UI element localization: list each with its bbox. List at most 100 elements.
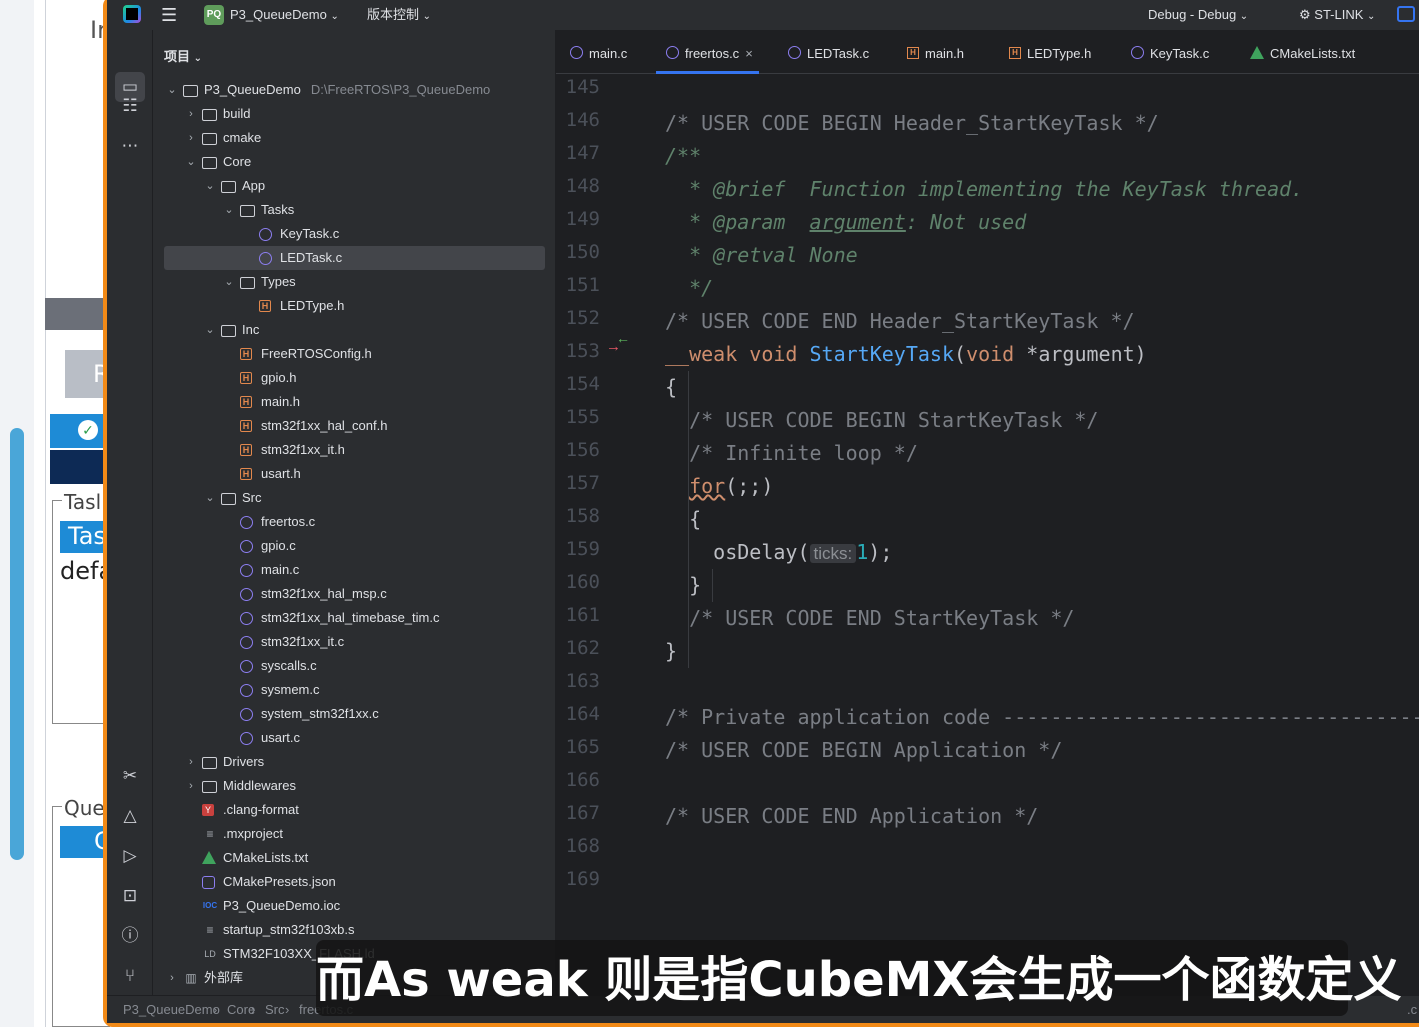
- chevron-down-icon: ⌄: [422, 11, 432, 22]
- background-group-title-2: Que: [62, 796, 107, 820]
- chevron-right-icon[interactable]: ›: [165, 966, 179, 990]
- chevron-down-icon[interactable]: ⌄: [222, 270, 236, 294]
- comment: /* USER CODE BEGIN StartKeyTask */: [665, 408, 1099, 432]
- tree-item[interactable]: Hstm32f1xx_it.h: [153, 438, 549, 462]
- run-icon[interactable]: ▷: [118, 844, 142, 868]
- tree-item[interactable]: ⌄ Src: [153, 486, 549, 510]
- chevron-right-icon[interactable]: ›: [184, 774, 198, 798]
- tree-item[interactable]: Hgpio.h: [153, 366, 549, 390]
- tree-item[interactable]: › cmake: [153, 126, 549, 150]
- tree-item[interactable]: ⌄ Types: [153, 270, 549, 294]
- project-panel-header[interactable]: 项目 ⌄: [164, 46, 202, 65]
- tree-item[interactable]: main.c: [153, 558, 549, 582]
- chevron-down-icon[interactable]: ⌄: [184, 150, 198, 174]
- implemented-arrow-icon[interactable]: ←: [616, 330, 630, 346]
- tree-item[interactable]: H LEDType.h: [153, 294, 549, 318]
- tree-item[interactable]: stm32f1xx_hal_msp.c: [153, 582, 549, 606]
- tab-label: CMakeLists.txt: [1270, 46, 1356, 61]
- c-file-icon: [240, 660, 253, 673]
- problems-icon[interactable]: ⓘ: [118, 924, 142, 948]
- editor-tab[interactable]: freertos.c ×: [656, 30, 759, 74]
- tree-item[interactable]: system_stm32f1xx.c: [153, 702, 549, 726]
- chevron-down-icon[interactable]: ⌄: [203, 174, 217, 198]
- tree-item[interactable]: › build: [153, 102, 549, 126]
- tree-item[interactable]: stm32f1xx_it.c: [153, 630, 549, 654]
- tree-item[interactable]: ⌄ P3_QueueDemo D:\FreeRTOS\P3_QueueDemo: [153, 78, 549, 102]
- close-icon[interactable]: ×: [745, 46, 753, 61]
- tree-item-label: Src: [242, 490, 262, 505]
- tree-item[interactable]: Hstm32f1xx_hal_conf.h: [153, 414, 549, 438]
- tree-item[interactable]: CMakePresets.json: [153, 870, 549, 894]
- breadcrumb-item[interactable]: Src: [265, 996, 285, 1023]
- tree-item[interactable]: LEDTask.c: [164, 246, 545, 270]
- video-subtitle: 而As weak 则是指CubeMX会生成一个函数定义: [316, 940, 1401, 1016]
- editor-tab[interactable]: H LEDType.h: [1009, 30, 1091, 74]
- vcs-menu[interactable]: 版本控制 ⌄: [367, 0, 431, 30]
- more-tools-icon[interactable]: ⋯: [118, 134, 142, 158]
- editor-tab[interactable]: CMakeLists.txt: [1250, 30, 1355, 74]
- tree-item[interactable]: gpio.c: [153, 534, 549, 558]
- editor-tab[interactable]: main.c: [570, 30, 627, 74]
- header-file-icon: H: [259, 300, 271, 312]
- background-scrollbar-thumb[interactable]: [10, 428, 24, 860]
- run-config-selector[interactable]: Debug - Debug ⌄: [1148, 0, 1248, 30]
- tree-item[interactable]: usart.c: [153, 726, 549, 750]
- line-number: 165: [565, 736, 600, 758]
- editor-tab[interactable]: LEDTask.c: [788, 30, 869, 74]
- chevron-right-icon[interactable]: ›: [184, 102, 198, 126]
- chevron-down-icon[interactable]: ⌄: [203, 486, 217, 510]
- doc-comment: /**: [665, 144, 702, 168]
- chevron-down-icon[interactable]: ⌄: [203, 318, 217, 342]
- chevron-down-icon[interactable]: ⌄: [222, 198, 236, 222]
- terminal-icon[interactable]: ⊡: [118, 884, 142, 908]
- tree-item[interactable]: ≡ .mxproject: [153, 822, 549, 846]
- tree-item[interactable]: ⌄ App: [153, 174, 549, 198]
- project-tree: ⌄ P3_QueueDemo D:\FreeRTOS\P3_QueueDemo › bu…: [153, 78, 549, 990]
- line-number: 148: [565, 175, 600, 197]
- tree-item[interactable]: syscalls.c: [153, 654, 549, 678]
- git-icon[interactable]: ⑂: [118, 964, 142, 988]
- tree-item[interactable]: freertos.c: [153, 510, 549, 534]
- code-line-167: /* USER CODE END Application */: [665, 800, 1038, 833]
- tree-item[interactable]: IOC P3_QueueDemo.ioc: [153, 894, 549, 918]
- breadcrumb-separator-icon: ›: [251, 1002, 256, 1017]
- structure-icon[interactable]: ☷: [118, 94, 142, 118]
- tree-item-label: Tasks: [261, 202, 295, 217]
- code-area[interactable]: /* USER CODE BEGIN Header_StartKeyTask *…: [665, 74, 1419, 995]
- run-config-label: Debug - Debug: [1148, 7, 1237, 22]
- cmake-icon[interactable]: △: [118, 804, 142, 828]
- tree-item[interactable]: sysmem.c: [153, 678, 549, 702]
- tree-item[interactable]: Y .clang-format: [153, 798, 549, 822]
- editor-tab-bar: main.c freertos.c × LEDTask.c Hmain.h H LEDTyp…: [556, 30, 1419, 74]
- chevron-down-icon[interactable]: ⌄: [165, 78, 179, 102]
- tree-item-label: sysmem.c: [261, 682, 320, 697]
- debug-probe-selector[interactable]: ⚙ ST-LINK ⌄: [1299, 0, 1375, 30]
- build-tools-icon[interactable]: ✂: [118, 764, 142, 788]
- tree-item[interactable]: Hmain.h: [153, 390, 549, 414]
- tree-item[interactable]: ⌄ Inc: [153, 318, 549, 342]
- editor-tab[interactable]: Hmain.h: [907, 30, 964, 74]
- tree-item[interactable]: Husart.h: [153, 462, 549, 486]
- main-menu-icon[interactable]: ☰: [161, 0, 177, 30]
- tree-item[interactable]: CMakeLists.txt: [153, 846, 549, 870]
- window-layout-icon[interactable]: [1397, 6, 1415, 22]
- tree-item[interactable]: › Drivers: [153, 750, 549, 774]
- chevron-right-icon[interactable]: ›: [184, 126, 198, 150]
- tree-item[interactable]: H FreeRTOSConfig.h: [153, 342, 549, 366]
- tree-item[interactable]: › Middlewares: [153, 774, 549, 798]
- project-badge[interactable]: PQ: [204, 5, 224, 25]
- chevron-right-icon[interactable]: ›: [184, 750, 198, 774]
- tree-item-label: system_stm32f1xx.c: [261, 706, 379, 721]
- doc-comment: Function implementing the KeyTask thread…: [785, 177, 1304, 201]
- project-switcher[interactable]: P3_QueueDemo ⌄: [230, 0, 339, 30]
- tree-item[interactable]: ≡ startup_stm32f103xb.s: [153, 918, 549, 942]
- breadcrumb-item[interactable]: P3_QueueDemo: [123, 996, 220, 1023]
- tree-item[interactable]: ⌄ Tasks: [153, 198, 549, 222]
- editor-tab[interactable]: KeyTask.c: [1131, 30, 1209, 74]
- tree-item[interactable]: ⌄ Core: [153, 150, 549, 174]
- clion-logo-icon[interactable]: [123, 5, 141, 23]
- tree-item[interactable]: stm32f1xx_hal_timebase_tim.c: [153, 606, 549, 630]
- tree-item[interactable]: KeyTask.c: [153, 222, 549, 246]
- doc-comment: */: [665, 276, 714, 300]
- chevron-down-icon: ⌄: [330, 11, 339, 22]
